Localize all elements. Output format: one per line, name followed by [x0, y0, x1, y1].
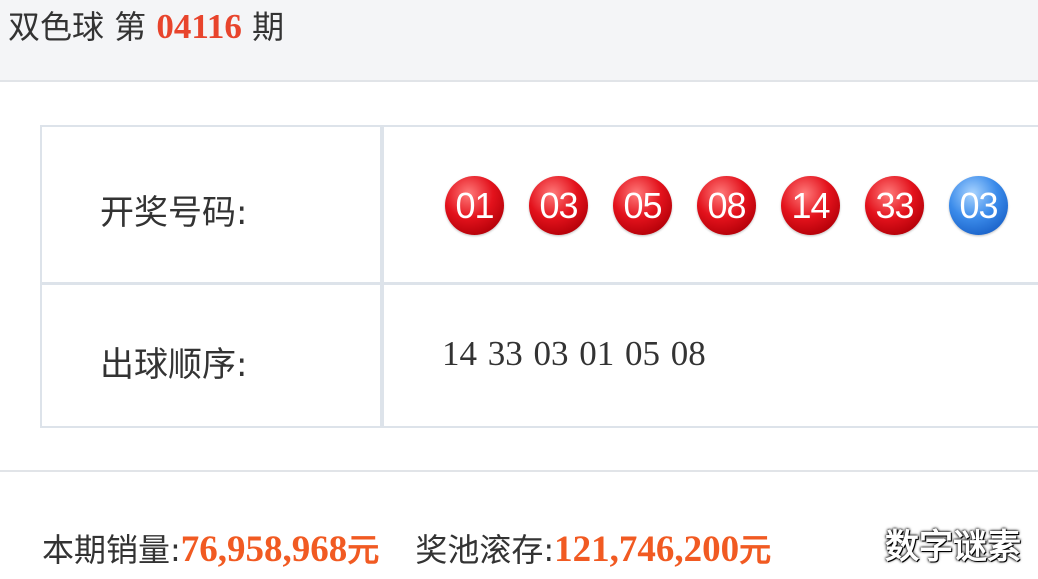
pool-unit: 元 — [739, 531, 772, 569]
blue-ball: 03 — [949, 176, 1008, 235]
red-ball: 03 — [529, 176, 588, 235]
issue-number: 04116 — [156, 7, 242, 46]
page-title: 双色球 第 04116 期 — [8, 2, 284, 52]
red-ball: 08 — [697, 176, 756, 235]
sales-amount: 76,958,968 — [180, 529, 348, 570]
draw-order-value: 14 33 03 01 05 08 — [442, 334, 706, 373]
column-divider — [380, 127, 384, 426]
winning-balls: 01 03 05 08 14 33 03 — [445, 176, 1008, 235]
winning-numbers-label: 开奖号码: — [100, 193, 248, 233]
red-ball: 01 — [445, 176, 504, 235]
watermark: 数字谜素 — [885, 527, 1021, 567]
red-ball: 05 — [613, 176, 672, 235]
sales-summary: 本期销量:76,958,968元 奖池滚存:121,746,200元 — [42, 522, 771, 578]
red-ball: 33 — [865, 176, 924, 235]
sales-label: 本期销量: — [42, 531, 181, 569]
section-divider — [0, 470, 1038, 472]
title-prefix: 双色球 第 — [8, 8, 147, 46]
pool-amount: 121,746,200 — [554, 529, 740, 570]
page-header: 双色球 第 04116 期 — [0, 0, 1038, 82]
draw-order-label: 出球顺序: — [100, 345, 248, 385]
draw-result-table: 开奖号码: 01 03 05 08 14 33 03 出球顺序: 14 33 0… — [40, 125, 1038, 428]
sales-unit: 元 — [347, 531, 380, 569]
red-ball: 14 — [781, 176, 840, 235]
pool-label: 奖池滚存: — [415, 531, 555, 569]
title-suffix: 期 — [252, 8, 285, 46]
row-divider — [42, 282, 1038, 285]
